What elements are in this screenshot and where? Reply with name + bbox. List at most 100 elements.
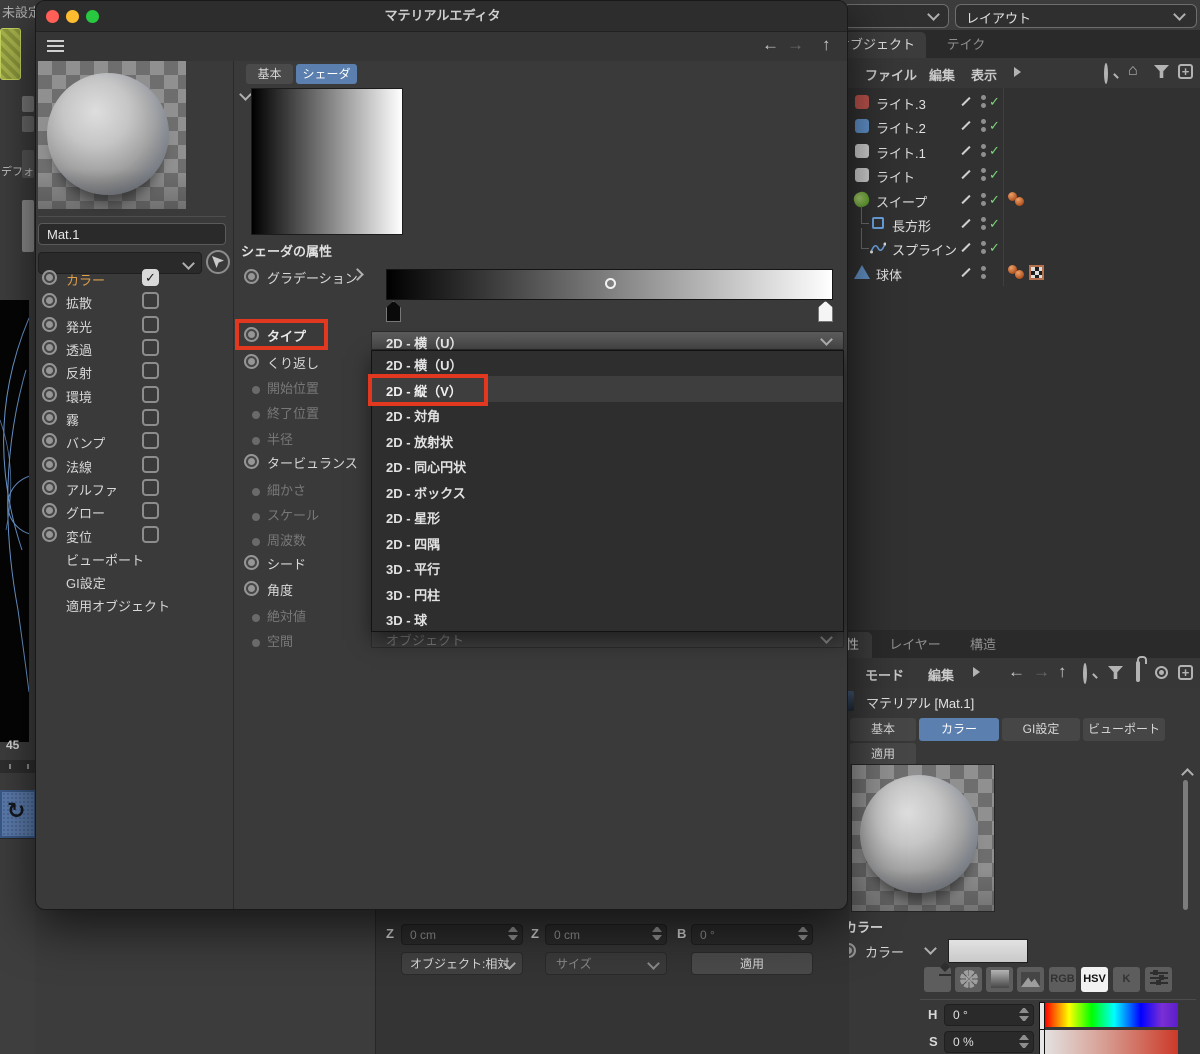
menu-hamburger-icon[interactable] xyxy=(47,40,64,52)
enabled-check-icon[interactable]: ✓ xyxy=(989,240,1000,256)
toolbar-icon-cut[interactable] xyxy=(22,96,34,112)
channel-checkbox[interactable] xyxy=(142,386,159,403)
enabled-check-icon[interactable]: ✓ xyxy=(989,118,1000,134)
gradient-radio[interactable] xyxy=(244,269,259,284)
type-dropdown[interactable]: 2D - 横（U） xyxy=(371,331,844,351)
filter-icon[interactable] xyxy=(1108,666,1123,679)
enabled-check-icon[interactable]: ✓ xyxy=(989,143,1000,159)
material-name-input[interactable] xyxy=(38,223,226,245)
dropdown-option[interactable]: 2D - 同心円状 xyxy=(372,453,843,478)
dropdown-option[interactable]: 2D - 星形 xyxy=(372,504,843,529)
dropdown-option[interactable]: 2D - 横（U） xyxy=(372,351,843,376)
channel-radio[interactable] xyxy=(42,270,57,285)
window-titlebar[interactable]: マテリアルエディタ xyxy=(36,1,847,32)
b-field[interactable]: 0 ° xyxy=(691,924,813,945)
channel-checkbox[interactable] xyxy=(142,479,159,496)
forward-arrow-icon[interactable]: → xyxy=(787,35,804,55)
object-row[interactable]: ライト.3 ✓ xyxy=(836,90,1200,114)
loop-playback-button[interactable]: ↻ xyxy=(0,790,35,838)
channel-row[interactable]: 透過 xyxy=(36,337,231,359)
channel-radio[interactable] xyxy=(42,480,57,495)
scrollbar[interactable] xyxy=(1183,780,1188,910)
search-icon[interactable] xyxy=(1104,63,1108,84)
gradient-bar[interactable] xyxy=(386,269,833,300)
channel-radio[interactable] xyxy=(42,317,57,332)
z1-field[interactable]: 0 cm xyxy=(401,924,523,945)
object-row[interactable]: スイープ ✓ xyxy=(836,188,1200,212)
mat-tab-viewport[interactable]: ビューポート xyxy=(1083,718,1165,741)
k-mode-button[interactable]: K xyxy=(1113,967,1140,992)
material-thumbnail-cut[interactable] xyxy=(0,28,21,80)
channel-row[interactable]: 変位 xyxy=(36,524,231,546)
search-icon[interactable] xyxy=(1083,663,1087,684)
object-row[interactable]: ライト.2 ✓ xyxy=(836,114,1200,138)
compare-mode-button[interactable] xyxy=(924,967,951,992)
color-swatch[interactable] xyxy=(948,939,1028,963)
material-editor-window[interactable]: マテリアルエディタ ← → ↑ カラー ✓ xyxy=(35,0,848,910)
param-radio[interactable] xyxy=(244,581,259,596)
gradient-mode-button[interactable] xyxy=(986,967,1013,992)
channel-radio[interactable] xyxy=(42,503,57,518)
b-spinner[interactable] xyxy=(798,927,808,943)
channel-checkbox[interactable] xyxy=(142,362,159,379)
channel-row[interactable]: バンプ xyxy=(36,430,231,452)
channel-checkbox[interactable] xyxy=(142,526,159,543)
page-item-assign[interactable]: 適用オブジェクト xyxy=(36,593,231,615)
menu-more-arrow[interactable] xyxy=(1014,67,1021,77)
z2-field[interactable]: 0 cm xyxy=(545,924,667,945)
channel-checkbox[interactable] xyxy=(142,456,159,473)
z1-spinner[interactable] xyxy=(508,927,518,943)
enabled-check-icon[interactable]: ✓ xyxy=(989,192,1000,208)
enabled-check-icon[interactable]: ✓ xyxy=(989,167,1000,183)
tab-structure[interactable]: 構造 xyxy=(954,632,1012,658)
visibility-dots-icon[interactable] xyxy=(981,168,986,184)
up-arrow-icon[interactable]: ↑ xyxy=(1058,662,1067,682)
channel-radio[interactable] xyxy=(42,363,57,378)
visibility-dots-icon[interactable] xyxy=(981,119,986,135)
toolbar-icon-cut[interactable] xyxy=(22,116,34,132)
hue-spinner[interactable] xyxy=(1019,1008,1029,1024)
channel-checkbox[interactable]: ✓ xyxy=(142,269,159,286)
color-wheel-button[interactable] xyxy=(955,967,982,992)
channel-radio[interactable] xyxy=(42,410,57,425)
tab-layers[interactable]: レイヤー xyxy=(878,632,952,658)
mat-tab-gi[interactable]: GI設定 xyxy=(1002,718,1080,741)
channel-row[interactable]: 反射 xyxy=(36,360,231,382)
sat-value-field[interactable]: 0 % xyxy=(944,1031,1034,1053)
up-arrow-icon[interactable]: ↑ xyxy=(822,35,831,55)
channel-checkbox[interactable] xyxy=(142,292,159,309)
menu-edit[interactable]: 編集 xyxy=(929,65,955,84)
dropdown-option[interactable]: 3D - 平行 xyxy=(372,555,843,580)
back-arrow-icon[interactable]: ← xyxy=(762,35,779,55)
mixer-mode-button[interactable] xyxy=(1145,967,1172,992)
param-radio[interactable] xyxy=(244,354,259,369)
timeline-ruler[interactable] xyxy=(0,760,35,773)
menu-view[interactable]: 表示 xyxy=(971,65,997,84)
object-row[interactable]: スプライン ✓ xyxy=(836,228,1200,260)
channel-checkbox[interactable] xyxy=(142,316,159,333)
mat-tab-basic[interactable]: 基本 xyxy=(850,718,916,741)
channel-checkbox[interactable] xyxy=(142,432,159,449)
tab-shader[interactable]: シェーダ xyxy=(296,64,357,84)
channel-radio[interactable] xyxy=(42,527,57,542)
panel-divider[interactable] xyxy=(233,61,234,909)
menu-more-arrow[interactable] xyxy=(973,667,980,677)
channel-radio[interactable] xyxy=(42,387,57,402)
sat-slider[interactable] xyxy=(1045,1030,1178,1054)
dropdown-option[interactable]: 2D - ボックス xyxy=(372,479,843,504)
channel-row[interactable]: 環境 xyxy=(36,384,231,406)
object-row[interactable]: 長方形 ✓ xyxy=(836,206,1200,236)
channel-row[interactable]: グロー xyxy=(36,500,231,522)
channel-radio[interactable] xyxy=(42,340,57,355)
toolbar-icon-cut[interactable] xyxy=(22,200,34,252)
rgb-mode-button[interactable]: RGB xyxy=(1049,967,1076,992)
channel-radio[interactable] xyxy=(42,433,57,448)
visibility-dots-icon[interactable] xyxy=(981,144,986,160)
gradient-stop-white[interactable] xyxy=(818,301,833,322)
channel-row[interactable]: 法線 xyxy=(36,454,231,476)
back-arrow-icon[interactable]: ← xyxy=(1008,662,1025,682)
enabled-check-icon[interactable]: ✓ xyxy=(989,216,1000,232)
channel-row[interactable]: 拡散 xyxy=(36,290,231,312)
menu-edit[interactable]: 編集 xyxy=(928,665,954,684)
texture-tag-icon[interactable] xyxy=(1029,265,1044,280)
